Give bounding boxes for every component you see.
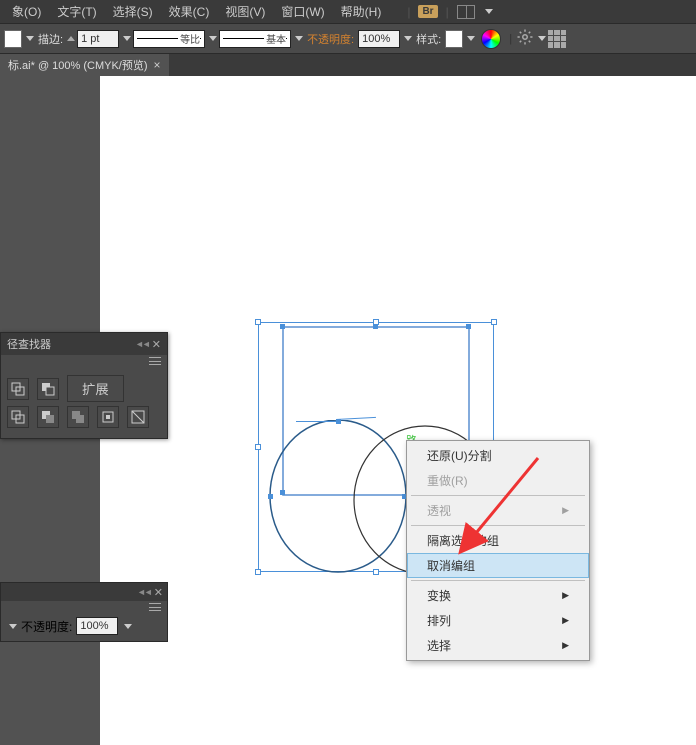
pf-trim-button[interactable] (37, 406, 59, 428)
chevron-down-icon[interactable] (404, 36, 412, 41)
panel-menu-icon[interactable] (149, 357, 161, 365)
document-tab[interactable]: 标.ai* @ 100% (CMYK/预览) × (0, 54, 169, 76)
opacity-label: 不透明度: (21, 618, 72, 635)
chevron-right-icon: ▶ (562, 505, 569, 516)
canvas[interactable]: 路径 (100, 76, 696, 745)
menu-effect[interactable]: 效果(C) (161, 3, 218, 20)
stroke-weight-stepper[interactable] (67, 36, 75, 41)
doc-title: 标.ai* @ 100% (CMYK/预览) (8, 57, 148, 73)
chevron-down-icon[interactable] (26, 36, 34, 41)
ctx-select[interactable]: 选择▶ (407, 633, 589, 658)
collapse-icon[interactable]: ◄◄ (135, 339, 149, 349)
layout-icon[interactable] (457, 5, 475, 19)
separator (411, 525, 585, 526)
collapse-icon[interactable]: ◄◄ (137, 587, 151, 597)
close-icon[interactable]: ✕ (154, 586, 163, 599)
menu-view[interactable]: 视图(V) (217, 3, 273, 20)
ctx-ungroup[interactable]: 取消编组 (407, 553, 589, 578)
menu-help[interactable]: 帮助(H) (333, 3, 390, 20)
pf-divide-button[interactable] (7, 406, 29, 428)
chevron-right-icon: ▶ (562, 590, 569, 601)
fill-swatch[interactable] (4, 30, 22, 48)
opacity-label: 不透明度: (307, 31, 354, 47)
panel-title: 径查找器 (7, 336, 51, 352)
ctx-perspective: 透视▶ (407, 498, 589, 523)
pathfinder-panel: 径查找器 ◄◄ ✕ 扩展 (0, 332, 168, 439)
close-icon[interactable]: × (154, 60, 161, 70)
transparency-panel: ◄◄ ✕ 不透明度: (0, 582, 168, 642)
style-swatch[interactable] (445, 30, 463, 48)
chevron-down-icon[interactable] (124, 624, 132, 629)
bridge-badge[interactable]: Br (418, 5, 437, 18)
menu-object[interactable]: 象(O) (4, 3, 49, 20)
style-label: 样式: (416, 31, 441, 47)
opacity-input[interactable] (76, 617, 118, 635)
pf-outline-button[interactable] (127, 406, 149, 428)
stroke-weight-input[interactable] (77, 30, 119, 48)
separator (411, 580, 585, 581)
ctx-arrange[interactable]: 排列▶ (407, 608, 589, 633)
chevron-right-icon: ▶ (562, 615, 569, 626)
menu-type[interactable]: 文字(T) (49, 3, 104, 20)
stroke-label: 描边: (38, 31, 63, 47)
chevron-down-icon[interactable] (538, 36, 546, 41)
menu-select[interactable]: 选择(S) (105, 3, 161, 20)
pf-crop-button[interactable] (97, 406, 119, 428)
pf-merge-button[interactable] (67, 406, 89, 428)
chevron-down-icon[interactable] (123, 36, 131, 41)
opacity-input[interactable] (358, 30, 400, 48)
chevron-down-icon[interactable] (485, 9, 493, 14)
gear-icon[interactable] (516, 28, 534, 49)
panel-menu-icon[interactable] (149, 603, 161, 611)
chevron-down-icon[interactable] (9, 624, 17, 629)
close-icon[interactable]: ✕ (152, 338, 161, 351)
options-bar: 描边: 等比 基本 不透明度: 样式: | (0, 24, 696, 54)
chevron-right-icon: ▶ (562, 640, 569, 651)
pf-unite-button[interactable] (7, 378, 29, 400)
align-icon[interactable] (548, 30, 566, 48)
ctx-undo[interactable]: 还原(U)分割 (407, 443, 589, 468)
separator (411, 495, 585, 496)
ctx-redo: 重做(R) (407, 468, 589, 493)
document-tabs: 标.ai* @ 100% (CMYK/预览) × (0, 54, 696, 76)
menu-window[interactable]: 窗口(W) (273, 3, 332, 20)
profile-dropdown[interactable]: 等比 (133, 30, 205, 48)
menubar: 象(O) 文字(T) 选择(S) 效果(C) 视图(V) 窗口(W) 帮助(H)… (0, 0, 696, 24)
brush-dropdown[interactable]: 基本 (219, 30, 291, 48)
chevron-down-icon[interactable] (467, 36, 475, 41)
ctx-isolate-group[interactable]: 隔离选中的组 (407, 528, 589, 553)
pf-minus-button[interactable] (37, 378, 59, 400)
recolor-icon[interactable] (481, 29, 501, 49)
context-menu: 还原(U)分割 重做(R) 透视▶ 隔离选中的组 取消编组 变换▶ 排列▶ 选择… (406, 440, 590, 661)
expand-button[interactable]: 扩展 (67, 375, 124, 402)
chevron-down-icon[interactable] (209, 36, 217, 41)
chevron-down-icon[interactable] (295, 36, 303, 41)
ctx-transform[interactable]: 变换▶ (407, 583, 589, 608)
